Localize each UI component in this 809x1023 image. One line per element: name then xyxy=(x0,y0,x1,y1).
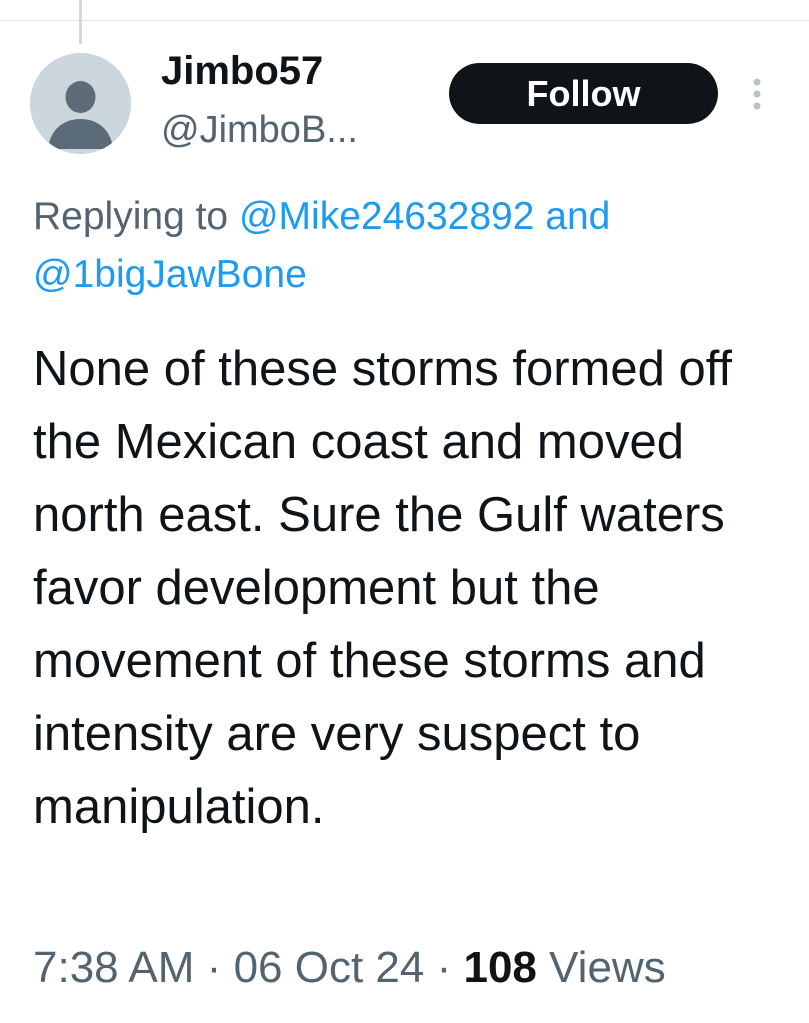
avatar[interactable] xyxy=(30,53,131,154)
tweet-date[interactable]: 06 Oct 24 xyxy=(234,943,425,992)
more-options-button[interactable] xyxy=(742,72,772,116)
top-divider xyxy=(0,20,809,21)
meta-separator: · xyxy=(206,943,222,992)
tweet-metadata: 7:38 AM · 06 Oct 24 · 108 Views xyxy=(33,938,666,998)
tweet-time[interactable]: 7:38 AM xyxy=(33,943,194,992)
meta-separator: · xyxy=(436,943,452,992)
author-display-name[interactable]: Jimbo57 xyxy=(161,48,323,94)
default-profile-icon xyxy=(30,53,131,154)
mention-link-1[interactable]: @Mike24632892 xyxy=(239,195,534,238)
views-label: Views xyxy=(549,943,666,992)
views-count: 108 xyxy=(463,943,537,992)
reply-conjunction: and xyxy=(545,195,611,238)
author-handle[interactable]: @JimboB... xyxy=(161,108,358,152)
follow-button[interactable]: Follow xyxy=(449,63,718,124)
mention-link-2[interactable]: @1bigJawBone xyxy=(33,253,307,296)
vertical-dots-icon xyxy=(753,78,761,110)
reply-context: Replying to @Mike24632892 and @1bigJawBo… xyxy=(33,188,803,304)
thread-connector-line xyxy=(79,0,82,44)
reply-prefix: Replying to xyxy=(33,195,229,238)
tweet-text: None of these storms formed off the Mexi… xyxy=(33,342,733,834)
